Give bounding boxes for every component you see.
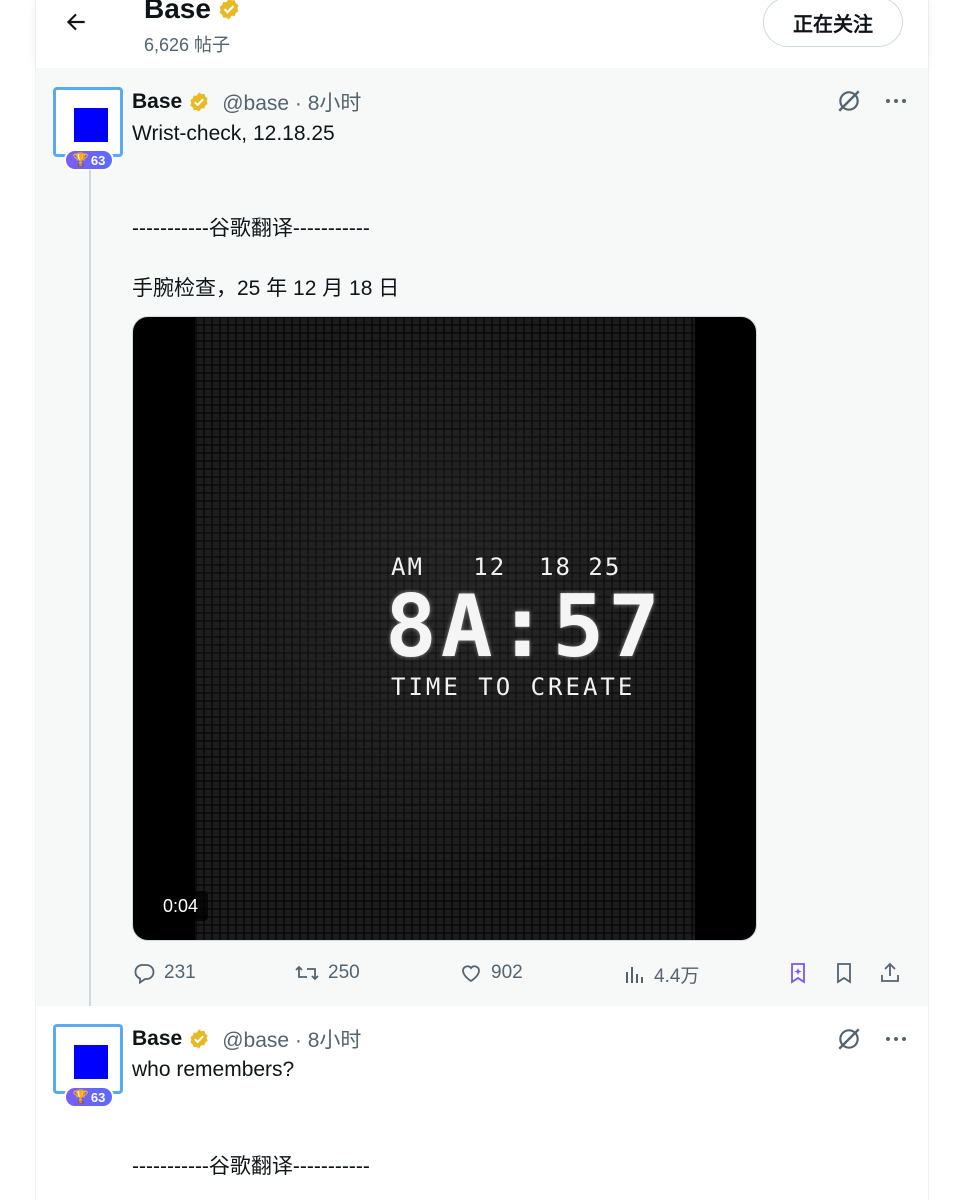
author-name[interactable]: Base (132, 90, 182, 114)
share-icon (881, 962, 899, 982)
grok-bookmark-button[interactable] (786, 961, 810, 985)
video-frame: AM 12 18 25 8A:57 TIME TO CREATE (195, 317, 695, 940)
views-count: 4.4万 (654, 966, 700, 987)
more-icon[interactable] (884, 1027, 908, 1051)
translated-text: 手腕检查，25 年 12 月 18 日 (132, 277, 400, 300)
repost-button[interactable]: 250 (294, 961, 360, 985)
thread-line (89, 170, 91, 1018)
like-button[interactable]: 902 (459, 961, 523, 985)
reply-icon (134, 964, 155, 985)
post[interactable]: 🏆 63 Base @base · 8小时 Wrist-check, 12.18… (36, 68, 928, 1018)
back-button[interactable] (58, 4, 94, 40)
grok-icon[interactable] (836, 1026, 862, 1052)
repost-icon (295, 965, 319, 981)
badge-count: 63 (90, 152, 106, 168)
author-handle-time[interactable]: @base · 8小时 (222, 87, 361, 117)
grok-bookmark-icon (791, 963, 805, 984)
following-button[interactable]: 正在关注 (763, 0, 903, 47)
translation-divider: -----------谷歌翻译----------- (132, 217, 370, 240)
avatar[interactable] (53, 1024, 123, 1094)
post-meta: Base @base · 8小时 (132, 87, 361, 117)
bookmark-button[interactable] (832, 961, 856, 985)
badge-count: 63 (90, 1089, 106, 1105)
timeline-column: Base 6,626 帖子 正在关注 🏆 63 Base @base · 8小时 (35, 0, 929, 1200)
author-handle-time[interactable]: @base · 8小时 (222, 1024, 361, 1054)
post-meta: Base @base · 8小时 (132, 1024, 361, 1054)
reply-button[interactable]: 231 (132, 961, 196, 985)
like-icon (462, 965, 480, 983)
verified-badge-icon (190, 92, 208, 112)
post-text: Wrist-check, 12.18.25 (132, 122, 335, 145)
views-icon (626, 966, 643, 983)
grok-icon[interactable] (836, 88, 862, 114)
video-duration: 0:04 (153, 891, 209, 921)
avatar[interactable] (53, 87, 123, 157)
header-title: Base (144, 0, 241, 28)
post-text: who remembers? (132, 1058, 295, 1081)
video-player[interactable]: AM 12 18 25 8A:57 TIME TO CREATE 0:04 (132, 316, 757, 941)
trophy-icon: 🏆 (72, 152, 89, 167)
bookmark-icon (837, 963, 851, 984)
post-count: 6,626 帖子 (144, 35, 231, 55)
avatar-image (74, 1045, 108, 1079)
trophy-badge: 🏆 63 (64, 1086, 114, 1108)
like-count: 902 (491, 962, 523, 983)
back-arrow-icon (66, 13, 85, 31)
verified-badge-icon (219, 0, 239, 20)
page-title: Base (144, 0, 211, 24)
post[interactable]: 🏆 63 Base @base · 8小时 who remembers? ---… (36, 1006, 928, 1200)
post-top-icons (836, 88, 908, 114)
profile-header: Base 6,626 帖子 正在关注 (36, 0, 928, 68)
clock-caption: TIME TO CREATE (391, 673, 636, 701)
avatar-image (74, 108, 108, 142)
trophy-badge: 🏆 63 (64, 149, 114, 171)
post-top-icons (836, 1026, 908, 1052)
clock-time: 8A:57 (385, 577, 664, 677)
share-button[interactable] (878, 961, 902, 985)
trophy-icon: 🏆 (72, 1089, 89, 1104)
views-button[interactable]: 4.4万 (624, 961, 699, 988)
post-actions: 231 250 902 4.4万 (132, 961, 912, 991)
author-name[interactable]: Base (132, 1027, 182, 1051)
repost-count: 250 (328, 962, 360, 983)
translation-divider: -----------谷歌翻译----------- (132, 1155, 370, 1178)
verified-badge-icon (190, 1029, 208, 1049)
more-icon[interactable] (884, 89, 908, 113)
reply-count: 231 (164, 962, 196, 983)
